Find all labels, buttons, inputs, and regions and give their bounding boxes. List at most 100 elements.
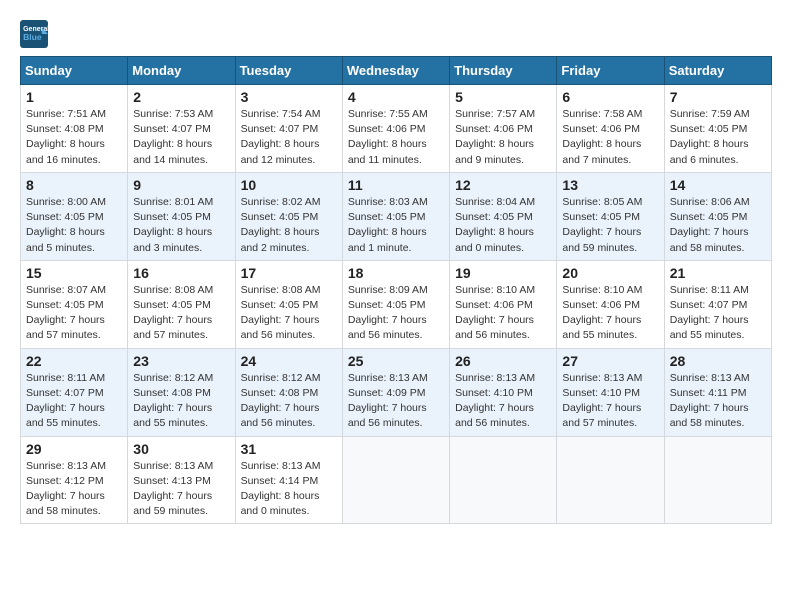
day-number: 8 [26,177,122,193]
day-info: Sunrise: 7:59 AMSunset: 4:05 PMDaylight:… [670,107,766,168]
calendar-cell-4-7: 28 Sunrise: 8:13 AMSunset: 4:11 PMDayligh… [664,348,771,436]
day-info: Sunrise: 8:11 AMSunset: 4:07 PMDaylight:… [670,283,766,344]
day-number: 26 [455,353,551,369]
svg-text:Blue: Blue [23,32,42,42]
day-number: 31 [241,441,337,457]
day-info: Sunrise: 8:13 AMSunset: 4:09 PMDaylight:… [348,371,444,432]
day-info: Sunrise: 8:08 AMSunset: 4:05 PMDaylight:… [133,283,229,344]
day-info: Sunrise: 8:13 AMSunset: 4:10 PMDaylight:… [562,371,658,432]
day-info: Sunrise: 8:05 AMSunset: 4:05 PMDaylight:… [562,195,658,256]
day-number: 14 [670,177,766,193]
calendar-cell-1-4: 4 Sunrise: 7:55 AMSunset: 4:06 PMDaylight… [342,85,449,173]
day-info: Sunrise: 8:13 AMSunset: 4:13 PMDaylight:… [133,459,229,520]
calendar-cell-5-4 [342,436,449,524]
day-number: 9 [133,177,229,193]
day-number: 11 [348,177,444,193]
day-number: 30 [133,441,229,457]
calendar-cell-1-1: 1 Sunrise: 7:51 AMSunset: 4:08 PMDaylight… [21,85,128,173]
calendar-cell-2-4: 11 Sunrise: 8:03 AMSunset: 4:05 PMDayligh… [342,172,449,260]
col-friday: Friday [557,57,664,85]
page-container: General Blue Sunday Monday Tuesd [20,20,772,524]
calendar-cell-1-7: 7 Sunrise: 7:59 AMSunset: 4:05 PMDaylight… [664,85,771,173]
calendar-cell-5-2: 30 Sunrise: 8:13 AMSunset: 4:13 PMDayligh… [128,436,235,524]
calendar-cell-4-6: 27 Sunrise: 8:13 AMSunset: 4:10 PMDayligh… [557,348,664,436]
col-wednesday: Wednesday [342,57,449,85]
calendar-cell-3-2: 16 Sunrise: 8:08 AMSunset: 4:05 PMDayligh… [128,260,235,348]
calendar-cell-5-6 [557,436,664,524]
col-tuesday: Tuesday [235,57,342,85]
calendar-cell-3-4: 18Sunrise: 8:09 AMSunset: 4:05 PMDayligh… [342,260,449,348]
day-number: 22 [26,353,122,369]
calendar-cell-5-7 [664,436,771,524]
day-info: Sunrise: 8:13 AMSunset: 4:10 PMDaylight:… [455,371,551,432]
col-thursday: Thursday [450,57,557,85]
week-row-4: 22 Sunrise: 8:11 AMSunset: 4:07 PMDayligh… [21,348,772,436]
calendar-cell-3-5: 19 Sunrise: 8:10 AMSunset: 4:06 PMDayligh… [450,260,557,348]
header: General Blue [20,20,772,48]
calendar-cell-1-6: 6 Sunrise: 7:58 AMSunset: 4:06 PMDaylight… [557,85,664,173]
calendar-cell-5-5 [450,436,557,524]
day-number: 27 [562,353,658,369]
day-info: Sunrise: 8:12 AMSunset: 4:08 PMDaylight:… [133,371,229,432]
day-info: Sunrise: 8:09 AMSunset: 4:05 PMDaylight:… [348,283,444,344]
calendar-cell-4-1: 22 Sunrise: 8:11 AMSunset: 4:07 PMDayligh… [21,348,128,436]
calendar-cell-5-3: 31Sunrise: 8:13 AMSunset: 4:14 PMDayligh… [235,436,342,524]
day-number: 15 [26,265,122,281]
day-info: Sunrise: 7:54 AMSunset: 4:07 PMDaylight:… [241,107,337,168]
day-number: 16 [133,265,229,281]
day-number: 5 [455,89,551,105]
day-number: 25 [348,353,444,369]
day-info: Sunrise: 8:13 AMSunset: 4:11 PMDaylight:… [670,371,766,432]
day-number: 6 [562,89,658,105]
day-number: 23 [133,353,229,369]
calendar-cell-4-5: 26 Sunrise: 8:13 AMSunset: 4:10 PMDayligh… [450,348,557,436]
logo-icon: General Blue [20,20,48,48]
calendar-table: Sunday Monday Tuesday Wednesday Thursday… [20,56,772,524]
day-info: Sunrise: 8:13 AMSunset: 4:12 PMDaylight:… [26,459,122,520]
day-number: 1 [26,89,122,105]
day-number: 2 [133,89,229,105]
day-number: 29 [26,441,122,457]
day-number: 4 [348,89,444,105]
calendar-cell-1-2: 2 Sunrise: 7:53 AMSunset: 4:07 PMDaylight… [128,85,235,173]
calendar-cell-3-3: 17 Sunrise: 8:08 AMSunset: 4:05 PMDayligh… [235,260,342,348]
calendar-cell-4-3: 24 Sunrise: 8:12 AMSunset: 4:08 PMDayligh… [235,348,342,436]
day-info: Sunrise: 8:08 AMSunset: 4:05 PMDaylight:… [241,283,337,344]
logo: General Blue [20,20,50,48]
day-number: 7 [670,89,766,105]
calendar-cell-4-2: 23 Sunrise: 8:12 AMSunset: 4:08 PMDayligh… [128,348,235,436]
day-info: Sunrise: 7:53 AMSunset: 4:07 PMDaylight:… [133,107,229,168]
week-row-2: 8Sunrise: 8:00 AMSunset: 4:05 PMDaylight… [21,172,772,260]
calendar-cell-2-7: 14Sunrise: 8:06 AMSunset: 4:05 PMDayligh… [664,172,771,260]
day-info: Sunrise: 7:51 AMSunset: 4:08 PMDaylight:… [26,107,122,168]
day-number: 28 [670,353,766,369]
day-info: Sunrise: 8:12 AMSunset: 4:08 PMDaylight:… [241,371,337,432]
week-row-3: 15 Sunrise: 8:07 AMSunset: 4:05 PMDayligh… [21,260,772,348]
day-info: Sunrise: 8:02 AMSunset: 4:05 PMDaylight:… [241,195,337,256]
col-sunday: Sunday [21,57,128,85]
day-info: Sunrise: 8:07 AMSunset: 4:05 PMDaylight:… [26,283,122,344]
header-row: Sunday Monday Tuesday Wednesday Thursday… [21,57,772,85]
day-info: Sunrise: 7:55 AMSunset: 4:06 PMDaylight:… [348,107,444,168]
day-info: Sunrise: 8:04 AMSunset: 4:05 PMDaylight:… [455,195,551,256]
calendar-cell-2-1: 8Sunrise: 8:00 AMSunset: 4:05 PMDaylight… [21,172,128,260]
day-info: Sunrise: 8:10 AMSunset: 4:06 PMDaylight:… [455,283,551,344]
day-info: Sunrise: 7:58 AMSunset: 4:06 PMDaylight:… [562,107,658,168]
day-info: Sunrise: 8:03 AMSunset: 4:05 PMDaylight:… [348,195,444,256]
calendar-cell-3-6: 20Sunrise: 8:10 AMSunset: 4:06 PMDayligh… [557,260,664,348]
calendar-cell-2-6: 13Sunrise: 8:05 AMSunset: 4:05 PMDayligh… [557,172,664,260]
calendar-cell-2-5: 12Sunrise: 8:04 AMSunset: 4:05 PMDayligh… [450,172,557,260]
calendar-cell-2-2: 9 Sunrise: 8:01 AMSunset: 4:05 PMDaylight… [128,172,235,260]
day-info: Sunrise: 8:11 AMSunset: 4:07 PMDaylight:… [26,371,122,432]
col-monday: Monday [128,57,235,85]
day-info: Sunrise: 8:01 AMSunset: 4:05 PMDaylight:… [133,195,229,256]
day-number: 24 [241,353,337,369]
calendar-cell-3-7: 21 Sunrise: 8:11 AMSunset: 4:07 PMDayligh… [664,260,771,348]
day-info: Sunrise: 8:10 AMSunset: 4:06 PMDaylight:… [562,283,658,344]
day-number: 21 [670,265,766,281]
week-row-1: 1 Sunrise: 7:51 AMSunset: 4:08 PMDaylight… [21,85,772,173]
calendar-cell-2-3: 10 Sunrise: 8:02 AMSunset: 4:05 PMDayligh… [235,172,342,260]
day-number: 19 [455,265,551,281]
day-number: 10 [241,177,337,193]
day-number: 17 [241,265,337,281]
